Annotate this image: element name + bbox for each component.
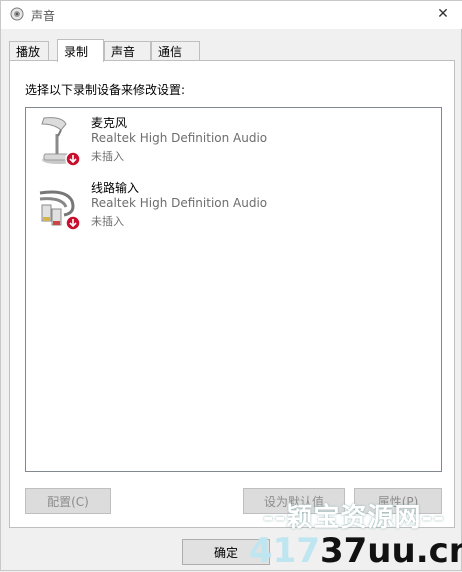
microphone-icon [36,114,82,168]
close-button[interactable]: ✕ [431,3,455,25]
ok-button[interactable]: 确定 [182,539,270,565]
properties-button[interactable]: 属性(P) [354,488,442,514]
device-driver: Realtek High Definition Audio [91,131,268,145]
configure-button[interactable]: 配置(C) [25,488,111,514]
instructions-label: 选择以下录制设备来修改设置: [25,83,186,97]
watermark-line2: 41737uu.cn [249,531,462,571]
tab-playback[interactable]: 播放 [9,41,49,61]
device-name: 线路输入 [91,181,140,195]
title-bar: 声音 ✕ [1,1,462,29]
recording-device-list[interactable]: 麦克风 Realtek High Definition Audio 未插入 线路… [25,107,442,472]
watermark-line2-b: 37uu.cn [319,531,462,571]
recording-panel: 选择以下录制设备来修改设置: 麦克风 Realtek High Definiti… [9,60,455,528]
device-status: 未插入 [91,150,124,163]
tab-communications[interactable]: 通信 [151,41,200,61]
list-item-line-in[interactable]: 线路输入 Realtek High Definition Audio 未插入 [26,175,436,237]
line-in-cable-icon [36,179,82,233]
device-status: 未插入 [91,215,124,228]
tab-sounds[interactable]: 声音 [104,41,151,61]
tab-recording[interactable]: 录制 [57,39,104,62]
sound-dialog: 声音 ✕ 播放 录制 声音 通信 选择以下录制设备来修改设置: 麦克风 Real… [0,0,462,571]
close-icon: ✕ [437,6,449,22]
device-driver: Realtek High Definition Audio [91,196,268,210]
set-default-button[interactable]: 设为默认值 [243,488,345,514]
device-name: 麦克风 [91,116,128,130]
speaker-icon [10,7,24,21]
window-title: 声音 [31,9,56,23]
list-item-microphone[interactable]: 麦克风 Realtek High Definition Audio 未插入 [26,110,436,172]
